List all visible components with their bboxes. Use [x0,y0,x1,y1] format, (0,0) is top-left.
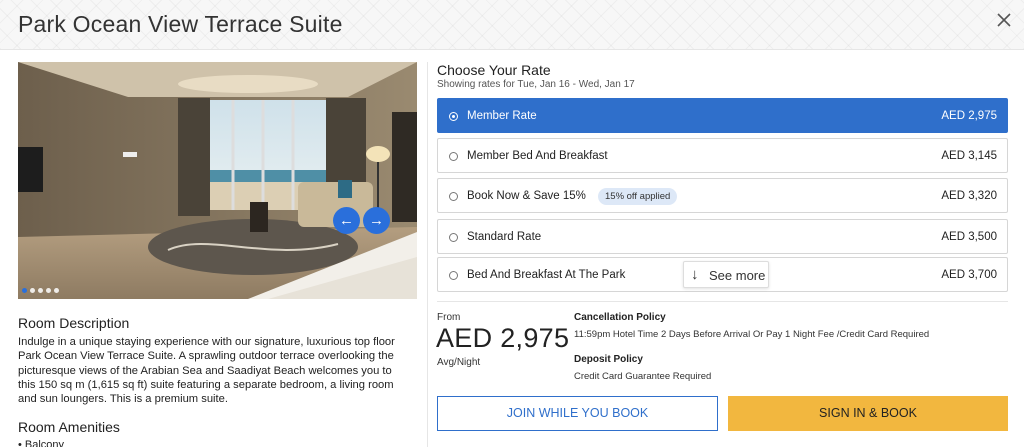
carousel-dot[interactable] [46,288,51,293]
close-icon[interactable] [994,10,1014,30]
rate-name: Bed And Breakfast At The Park [467,269,626,281]
rate-price: AED 2,975 [941,110,997,122]
sign-in-and-book-button[interactable]: SIGN IN & BOOK [728,396,1008,431]
rate-name: Book Now & Save 15% [467,190,586,202]
arrow-down-icon: ↓ [691,266,699,283]
room-title: Park Ocean View Terrace Suite [18,11,343,37]
cancellation-policy-heading: Cancellation Policy [574,312,666,323]
rate-price: AED 3,145 [941,150,997,162]
rate-price: AED 3,500 [941,231,997,243]
see-more-button[interactable]: ↓ See more [683,261,769,288]
section-divider [437,301,1008,302]
rate-name: Standard Rate [467,231,542,243]
see-more-label: See more [709,268,766,283]
rate-name: Member Rate [467,110,537,122]
column-divider [427,62,428,447]
room-photo [18,62,417,299]
choose-rate-heading: Choose Your Rate [437,62,551,78]
rate-option-book-now-save[interactable]: Book Now & Save 15% 15% off applied AED … [437,178,1008,213]
from-price: AED 2,975 [436,323,570,353]
room-amenities-heading: Room Amenities [18,419,120,435]
rate-name: Member Bed And Breakfast [467,150,608,162]
carousel-dot[interactable] [22,288,27,293]
price-unit: Avg/Night [437,357,481,368]
rate-option-standard-rate[interactable]: Standard Rate AED 3,500 [437,219,1008,254]
cancellation-policy-text: 11:59pm Hotel Time 2 Days Before Arrival… [574,329,930,340]
room-description-text: Indulge in a unique staying experience w… [18,336,395,406]
deposit-policy-text: Credit Card Guarantee Required [574,371,712,382]
next-photo-button[interactable]: → [363,207,390,234]
rate-dates: Showing rates for Tue, Jan 16 - Wed, Jan… [437,79,635,90]
room-description-heading: Room Description [18,315,130,331]
carousel-indicators [22,288,59,293]
rate-price: AED 3,320 [941,190,997,202]
previous-photo-button[interactable]: ← [333,207,360,234]
deposit-policy-heading: Deposit Policy [574,354,643,365]
carousel-dot[interactable] [54,288,59,293]
amenity-item: • Balcony [18,439,65,447]
rate-option-member-rate[interactable]: Member Rate AED 2,975 [437,98,1008,133]
modal-header: Park Ocean View Terrace Suite [0,0,1024,50]
rate-price: AED 3,700 [941,269,997,281]
radio-button[interactable] [449,192,458,201]
carousel-dot[interactable] [38,288,43,293]
join-while-you-book-button[interactable]: JOIN WHILE YOU BOOK [437,396,718,431]
radio-button[interactable] [449,152,458,161]
arrow-left-icon: ← [339,212,354,229]
radio-button[interactable] [449,271,458,280]
from-label: From [437,312,461,323]
radio-button[interactable] [449,112,458,121]
discount-badge: 15% off applied [598,188,678,205]
arrow-right-icon: → [369,212,384,229]
radio-button[interactable] [449,233,458,242]
carousel-dot[interactable] [30,288,35,293]
rate-option-member-bed-and-breakfast[interactable]: Member Bed And Breakfast AED 3,145 [437,138,1008,173]
